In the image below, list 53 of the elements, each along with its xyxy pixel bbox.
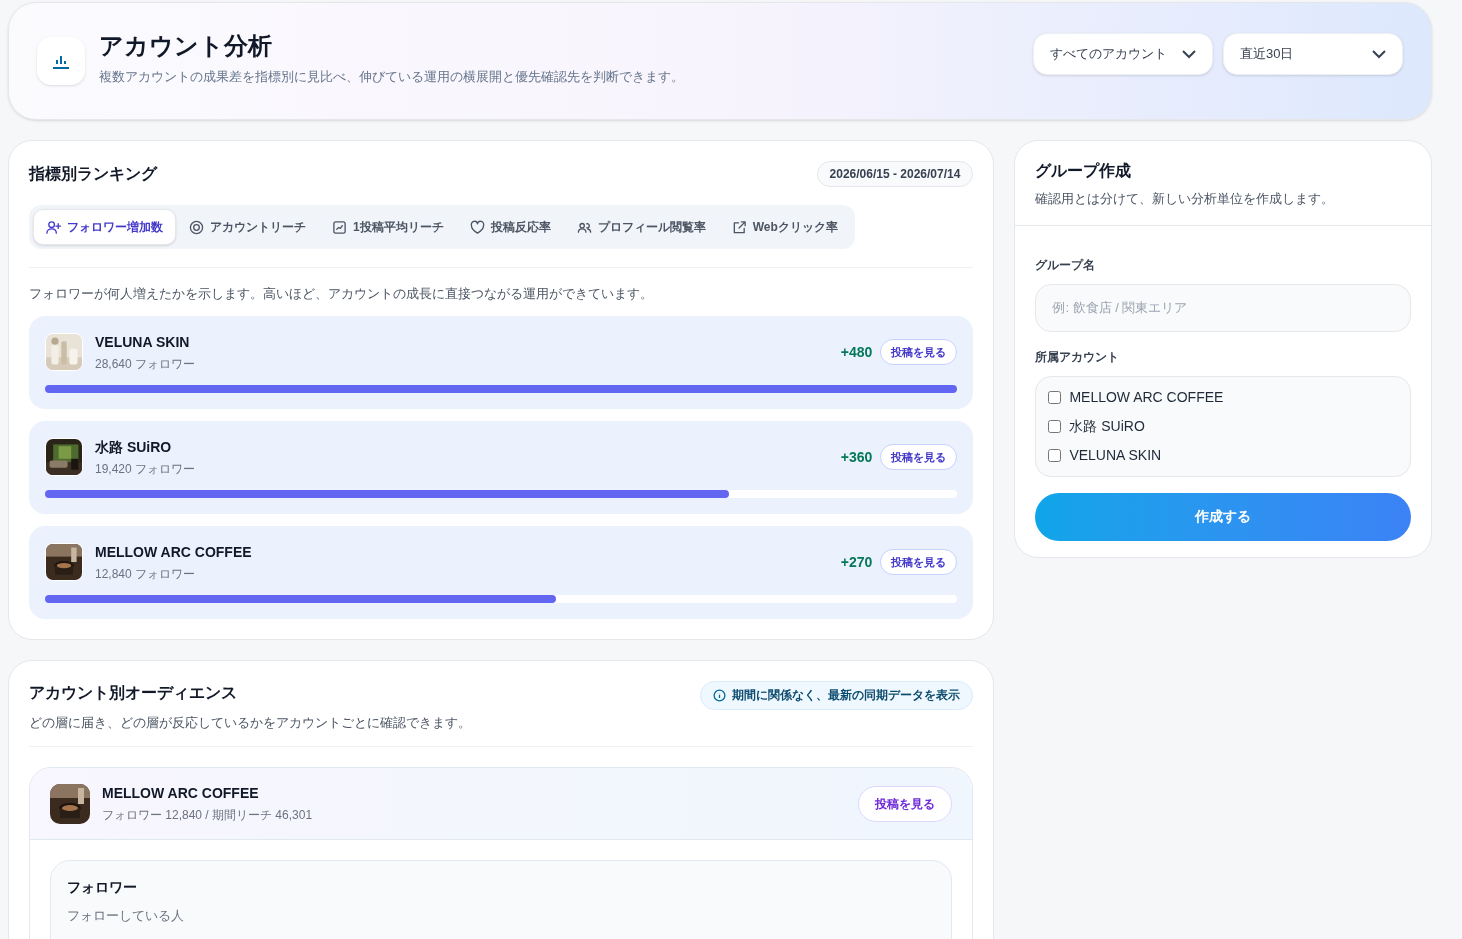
follower-count: 12,840 フォロワー (95, 565, 197, 583)
page-title: アカウント分析 (99, 31, 273, 62)
info-icon (713, 688, 727, 702)
account-meta: フォロワー 12,840 / 期間リーチ 46,301 (102, 807, 313, 824)
page-subtitle: 複数アカウントの成果差を指標別に見比べ、伸びている運用の横展開と優先確認先を判断できます。 (99, 68, 684, 87)
chevron-down-icon (1372, 49, 1386, 59)
checkbox-label: VELUNA SKIN (1069, 445, 1162, 465)
metric-tab[interactable]: アカウントリーチ (176, 209, 319, 245)
growth-value: +360 (840, 447, 873, 467)
view-posts-button[interactable]: 投稿を見る (880, 548, 958, 576)
account-name: MELLOW ARC COFFEE (95, 542, 252, 562)
filter-select[interactable]: 直近30日 (1223, 33, 1403, 75)
metric-tab[interactable]: フォロワー増加数 (33, 209, 176, 245)
checkbox[interactable] (1048, 448, 1062, 462)
field-label: グループ名 (1035, 256, 1097, 274)
view-posts-button[interactable]: 投稿を見る (858, 785, 953, 822)
section-title: 指標別ランキング (29, 164, 157, 184)
section-subtitle: どの層に届き、どの層が反応しているかをアカウントごとに確認できます。 (29, 713, 471, 732)
panel-subtitle: フォローしている人 (67, 907, 185, 925)
account-name: VELUNA SKIN (95, 332, 191, 352)
section-title: アカウント別オーディエンス (29, 682, 238, 703)
checkbox[interactable] (1048, 390, 1062, 404)
panel-title: フォロワー (67, 878, 138, 897)
section-title: グループ作成 (1035, 161, 1133, 181)
metric-tab[interactable]: プロフィール閲覧率 (563, 209, 719, 245)
follower-count: 19,420 フォロワー (95, 460, 196, 478)
section-subtitle: 確認用とは分けて、新しい分析単位を作成します。 (1035, 190, 1336, 208)
growth-value: +480 (840, 342, 873, 362)
info-text: 期間に関係なく、最新の同期データを表示 (732, 687, 961, 704)
metric-tab[interactable]: 投稿反応率 (456, 209, 564, 245)
checkbox[interactable] (1048, 419, 1062, 433)
user-plus-icon (46, 219, 61, 235)
metric-description: フォロワーが何人増えたかを示します。高いほど、アカウントの成長に直接つながる運用ができています。 (29, 285, 654, 303)
chart-icon (37, 37, 85, 85)
account-name: 水路 SUiRO (95, 437, 173, 457)
view-posts-button[interactable]: 投稿を見る (880, 338, 958, 366)
chart-icon (332, 219, 347, 235)
metric-tab[interactable]: 1投稿平均リーチ (319, 209, 457, 245)
chevron-down-icon (1182, 49, 1196, 59)
checkbox-label: 水路 SUiRO (1069, 416, 1145, 436)
external-link-icon (731, 219, 747, 235)
heart-icon (469, 219, 485, 235)
view-posts-button[interactable]: 投稿を見る (880, 443, 958, 471)
group-name-field[interactable]: 例: 飲食店 / 関東エリア (1035, 283, 1411, 332)
growth-value: +270 (840, 552, 873, 572)
metric-tab[interactable]: Webクリック率 (718, 209, 851, 245)
checkbox-label: MELLOW ARC COFFEE (1069, 387, 1224, 407)
period-badge: 2026/06/15 - 2026/07/14 (816, 161, 974, 187)
target-icon (189, 219, 204, 235)
filter-select[interactable]: すべてのアカウント (1033, 33, 1213, 75)
follower-count: 28,640 フォロワー (95, 355, 196, 373)
account-name: MELLOW ARC COFFEE (102, 784, 260, 803)
field-label: 所属アカウント (1035, 348, 1121, 366)
